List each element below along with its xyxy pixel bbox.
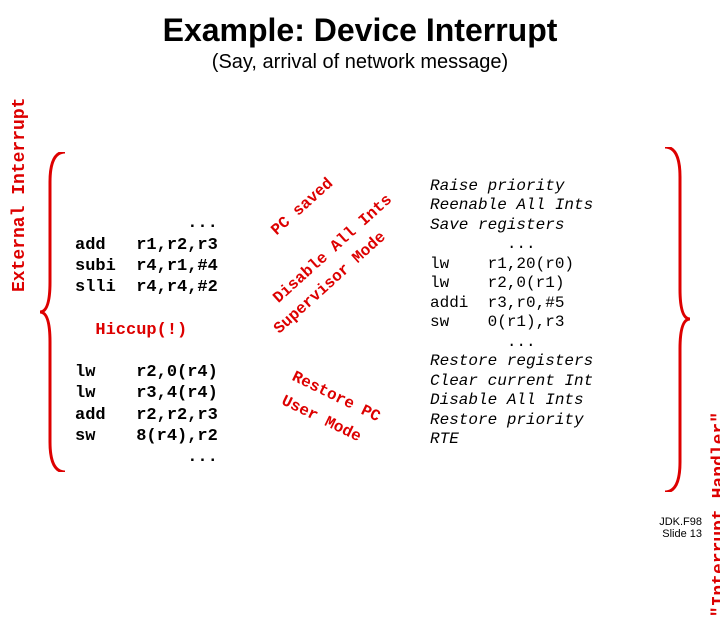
interrupted-code: ... add r1,r2,r3 subi r4,r1,#4 slli r4,r… [75,192,218,468]
right-brace [660,147,690,492]
code-block-2: lw r2,0(r4) lw r3,4(r4) add r2,r2,r3 sw … [75,363,218,467]
slide-footer: JDK.F98 Slide 13 [659,516,702,540]
left-brace [40,152,70,472]
footer-slide-num: Slide 13 [659,528,702,540]
hiccup-label: Hiccup(!) [75,321,187,340]
handler-body: ... lw r1,20(r0) lw r2,0(r1) addi r3,r0,… [430,235,574,351]
handler-prolog: Raise priority Reenable All Ints Save re… [430,177,593,234]
code-block-1: ... add r1,r2,r3 subi r4,r1,#4 slli r4,r… [75,214,218,297]
external-interrupt-label: External Interrupt [10,98,30,292]
handler-code: Raise priority Reenable All Ints Save re… [430,157,593,450]
footer-course: JDK.F98 [659,516,702,528]
handler-epilog: Restore registers Clear current Int Disa… [430,352,593,448]
interrupt-handler-label: "Interrupt Handler" [710,412,720,617]
slide-title: Example: Device Interrupt [0,12,720,49]
pc-saved-label: PC saved [268,175,337,240]
slide-subtitle: (Say, arrival of network message) [0,51,720,74]
